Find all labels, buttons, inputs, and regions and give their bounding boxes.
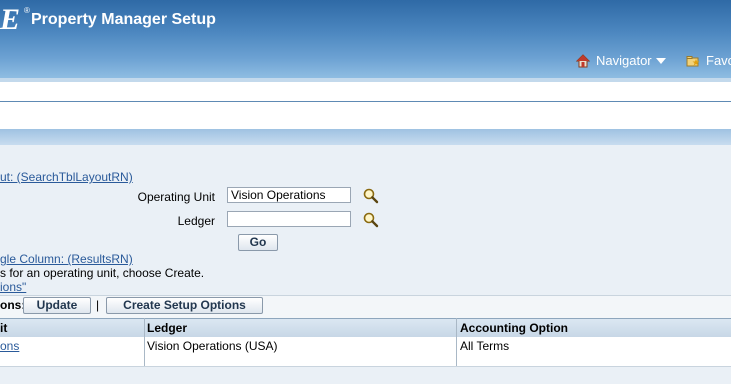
- favorites-label: Favo: [706, 53, 731, 68]
- app-header: E ® Property Manager Setup Navigator Fav…: [0, 0, 731, 78]
- app-title: Property Manager Setup: [31, 11, 216, 28]
- column-divider: [456, 318, 457, 366]
- ledger-label: Ledger: [177, 214, 215, 228]
- table-header: [0, 318, 731, 338]
- go-button[interactable]: Go: [238, 234, 278, 251]
- search-icon[interactable]: [362, 187, 380, 205]
- ledger-input[interactable]: [227, 211, 351, 227]
- content-header-bar: [0, 129, 731, 145]
- navigator-label: Navigator: [596, 53, 652, 68]
- accounting-option-cell: All Terms: [460, 339, 510, 353]
- options-link[interactable]: ions": [0, 280, 26, 294]
- favorites-menu[interactable]: Favo: [686, 53, 731, 68]
- create-setup-options-button[interactable]: Create Setup Options: [106, 297, 263, 314]
- column-header-accounting-option[interactable]: Accounting Option: [460, 321, 568, 335]
- table-row: [0, 337, 731, 367]
- results-instruction: s for an operating unit, choose Create.: [0, 266, 205, 280]
- chevron-down-icon: [655, 57, 666, 64]
- row-link[interactable]: ons: [0, 339, 19, 353]
- column-divider: [144, 318, 145, 366]
- button-separator: |: [96, 298, 100, 312]
- search-icon[interactable]: [362, 211, 380, 229]
- search-region-link[interactable]: ut: (SearchTblLayoutRN): [0, 170, 133, 184]
- column-header[interactable]: it: [0, 321, 7, 335]
- home-icon: [575, 53, 591, 68]
- select-options-label: ons:: [0, 298, 26, 312]
- navigator-menu[interactable]: Navigator: [575, 53, 666, 68]
- ledger-cell: Vision Operations (USA): [147, 339, 278, 353]
- update-button[interactable]: Update: [23, 297, 91, 314]
- column-header-ledger[interactable]: Ledger: [147, 321, 187, 335]
- operating-unit-label: Operating Unit: [137, 190, 215, 204]
- results-region-link[interactable]: gle Column: (ResultsRN): [0, 252, 133, 266]
- tab-bar: [0, 82, 731, 102]
- favorites-folder-icon: [686, 54, 700, 68]
- oracle-logo: E: [0, 3, 21, 36]
- registered-mark: ®: [24, 6, 30, 15]
- operating-unit-input[interactable]: [227, 187, 351, 203]
